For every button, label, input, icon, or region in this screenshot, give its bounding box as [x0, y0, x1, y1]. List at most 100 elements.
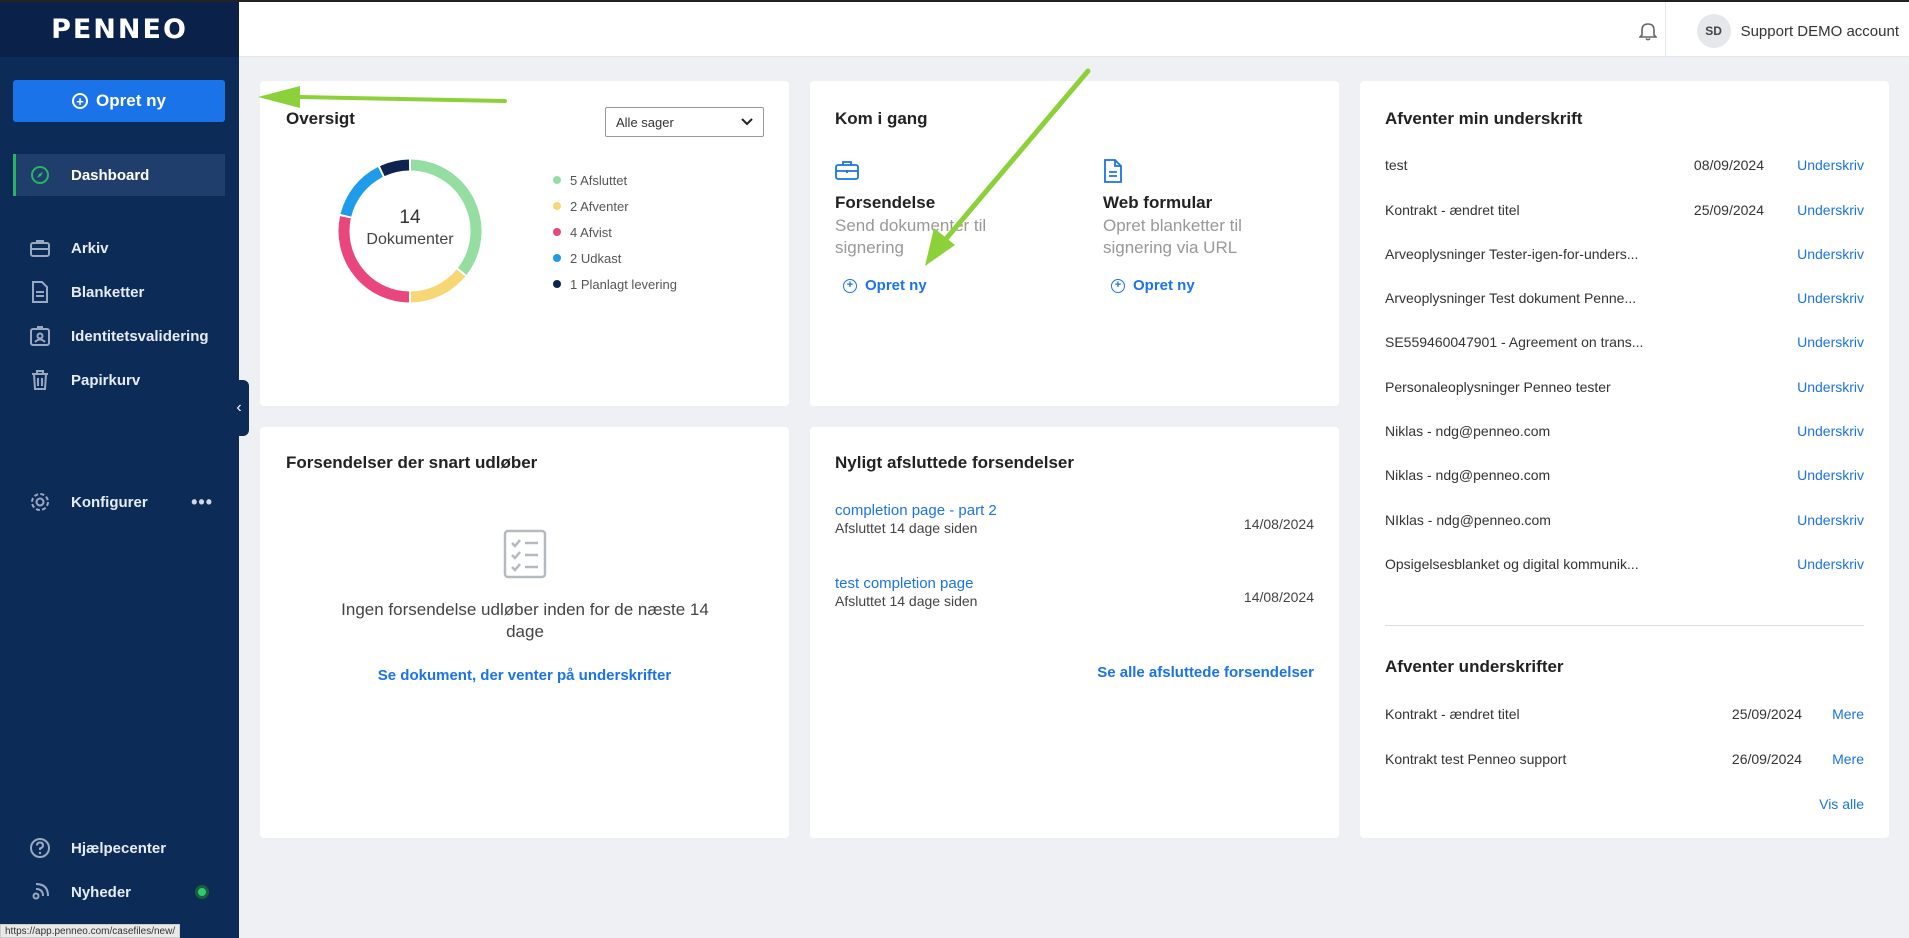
table-row[interactable]: Arveoplysninger Test dokument Penne... Un… — [1385, 288, 1864, 308]
compass-icon — [29, 164, 51, 186]
sign-link[interactable]: Underskriv — [1792, 334, 1864, 350]
sidebar-item-label: Arkiv — [71, 239, 109, 257]
recent-item-date: 14/08/2024 — [1243, 589, 1314, 605]
table-row[interactable]: Niklas - ndg@penneo.com Underskriv — [1385, 465, 1864, 485]
more-link[interactable]: Mere — [1824, 706, 1864, 722]
list-item[interactable]: test completion page Afsluttet 14 dage s… — [835, 575, 1314, 609]
document-name: NIklas - ndg@penneo.com — [1385, 512, 1551, 528]
question-circle-icon — [29, 837, 51, 859]
create-new-label: Opret ny — [96, 91, 166, 110]
sidebar: PENNEO + Opret ny Dashboard Arkiv Blanke… — [0, 0, 239, 938]
sign-link[interactable]: Underskriv — [1792, 202, 1864, 218]
recent-item-title[interactable]: test completion page — [835, 575, 1314, 592]
sidebar-item-papirkurv[interactable]: Papirkurv — [13, 359, 225, 401]
send-column: Forsendelse Send dokumenter til signerin… — [835, 159, 1075, 294]
sidebar-item-blanketter[interactable]: Blanketter — [13, 271, 225, 313]
view-all-link[interactable]: Vis alle — [1819, 796, 1864, 812]
broadcast-icon — [29, 881, 51, 903]
more-link[interactable]: Mere — [1824, 751, 1864, 767]
legend-dot — [553, 254, 561, 262]
table-row[interactable]: NIklas - ndg@penneo.com Underskriv — [1385, 510, 1864, 530]
chevron-left-icon: ‹ — [236, 399, 242, 416]
sidebar-item-label: Konfigurer — [71, 493, 148, 511]
web-form-column: Web formular Opret blanketter til signer… — [1103, 159, 1343, 294]
donut-slice-planlagt-levering — [379, 159, 410, 177]
awaiting-signatures-title: Afventer underskrifter — [1385, 657, 1564, 676]
table-row[interactable]: Niklas - ndg@penneo.com Underskriv — [1385, 421, 1864, 441]
table-row[interactable]: Opsigelsesblanket og digital kommunik...… — [1385, 554, 1864, 574]
sign-link[interactable]: Underskriv — [1792, 246, 1864, 262]
see-all-completed-link[interactable]: Se alle afsluttede forsendelser — [1097, 664, 1314, 681]
legend-dot — [553, 202, 561, 210]
document-name: Arveoplysninger Tester-igen-for-unders..… — [1385, 246, 1639, 262]
document-name: Opsigelsesblanket og digital kommunik... — [1385, 556, 1639, 572]
case-filter-select[interactable]: Alle sager — [605, 107, 764, 137]
more-options-icon[interactable]: ••• — [191, 492, 213, 513]
document-name: SE559460047901 - Agreement on trans... — [1385, 334, 1644, 350]
sign-link[interactable]: Underskriv — [1792, 512, 1864, 528]
sign-link[interactable]: Underskriv — [1792, 290, 1864, 306]
legend-item: 5 Afsluttet — [553, 167, 677, 193]
expiring-title: Forsendelser der snart udløber — [286, 453, 538, 472]
see-awaiting-link[interactable]: Se dokument, der venter på underskrifter — [260, 667, 789, 684]
sign-link[interactable]: Underskriv — [1792, 423, 1864, 439]
sign-link[interactable]: Underskriv — [1792, 379, 1864, 395]
sidebar-item-arkiv[interactable]: Arkiv — [13, 227, 225, 269]
documents-total: 14 — [399, 207, 421, 228]
table-row[interactable]: Kontrakt - ændret titel 25/09/2024 Mere — [1385, 704, 1864, 724]
sidebar-item-dashboard[interactable]: Dashboard — [13, 154, 225, 196]
chart-legend: 5 Afsluttet 2 Afventer 4 Afvist 2 Udkast… — [553, 167, 677, 297]
sidebar-item-label: Identitetsvalidering — [71, 327, 209, 345]
plus-circle-icon: + — [1111, 278, 1125, 293]
case-filter-value: Alle sager — [616, 114, 674, 130]
document-date: 25/09/2024 — [1693, 202, 1764, 218]
sidebar-item-label: Hjælpecenter — [71, 839, 167, 857]
sidebar-item-news[interactable]: Nyheder — [13, 871, 225, 913]
sign-link[interactable]: Underskriv — [1792, 467, 1864, 483]
trash-icon — [29, 369, 51, 391]
document-date: 08/09/2024 — [1693, 157, 1764, 173]
legend-dot — [553, 280, 561, 288]
sidebar-item-identitetsvalidering[interactable]: Identitetsvalidering — [13, 315, 225, 357]
document-name: Kontrakt - ændret titel — [1385, 202, 1520, 218]
sidebar-item-label: Nyheder — [71, 883, 132, 901]
send-title: Forsendelse — [835, 193, 936, 212]
overview-card: Oversigt Alle sager 14 Dokumenter 5 Afsl… — [260, 81, 789, 406]
status-bar-url: https://app.penneo.com/casefiles/new/ — [0, 924, 181, 938]
table-row[interactable]: SE559460047901 - Agreement on trans... Un… — [1385, 332, 1864, 352]
create-send-label: Opret ny — [865, 277, 927, 294]
account-menu[interactable]: SD Support DEMO account — [1696, 14, 1899, 48]
document-name: Niklas - ndg@penneo.com — [1385, 423, 1551, 439]
sidebar-item-help-center[interactable]: Hjælpecenter — [13, 827, 225, 869]
bell-icon[interactable] — [1638, 21, 1659, 43]
news-status-dot — [195, 885, 210, 899]
recent-item-date: 14/08/2024 — [1243, 516, 1314, 532]
legend-item: 2 Afventer — [553, 193, 677, 219]
get-started-title: Kom i gang — [835, 109, 928, 128]
list-item[interactable]: completion page - part 2 Afsluttet 14 da… — [835, 502, 1314, 536]
create-new-button[interactable]: + Opret ny — [13, 80, 225, 122]
table-row[interactable]: test 08/09/2024 Underskriv — [1385, 155, 1864, 175]
awaiting-me-title: Afventer min underskrift — [1385, 109, 1583, 128]
sign-link[interactable]: Underskriv — [1792, 556, 1864, 572]
legend-item: 2 Udkast — [553, 245, 677, 271]
briefcase-icon — [29, 237, 51, 259]
table-row[interactable]: Personaleoplysninger Penneo tester Unders… — [1385, 377, 1864, 397]
create-web-form-button[interactable]: + Opret ny — [1111, 277, 1343, 294]
table-row[interactable]: Kontrakt test Penneo support 26/09/2024 Me… — [1385, 749, 1864, 769]
collapse-sidebar-button[interactable]: ‹ — [229, 380, 249, 436]
sidebar-item-konfigurer[interactable]: Konfigurer ••• — [13, 481, 225, 523]
create-send-button[interactable]: + Opret ny — [843, 277, 1075, 294]
awaiting-card: Afventer min underskrift test 08/09/2024 U… — [1360, 81, 1889, 838]
id-badge-icon — [29, 325, 51, 347]
table-row[interactable]: Kontrakt - ændret titel 25/09/2024 Undersk… — [1385, 200, 1864, 220]
legend-label: 5 Afsluttet — [570, 172, 628, 188]
table-row[interactable]: Arveoplysninger Tester-igen-for-unders..… — [1385, 244, 1864, 264]
penneo-logo[interactable]: PENNEO — [0, 2, 239, 57]
document-icon — [1103, 159, 1343, 185]
recent-item-title[interactable]: completion page - part 2 — [835, 502, 1314, 519]
legend-label: 2 Afventer — [570, 198, 629, 214]
recent-item-status: Afsluttet 14 dage siden — [835, 593, 978, 609]
document-name: test — [1385, 157, 1408, 173]
sign-link[interactable]: Underskriv — [1792, 157, 1864, 173]
